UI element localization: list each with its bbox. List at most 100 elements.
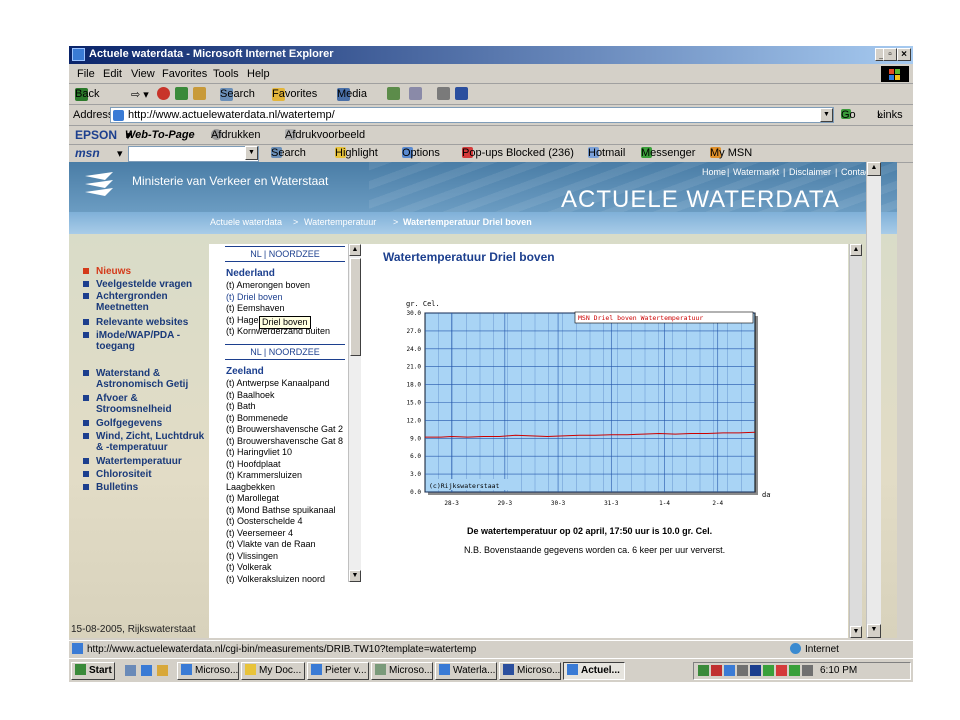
location-link[interactable]: (t) Antwerpse Kanaalpand (226, 378, 330, 388)
tab-noordzee[interactable]: NOORDZEE (269, 249, 320, 259)
home-icon (193, 87, 206, 100)
task-microsoft-1[interactable]: Microso... (177, 662, 239, 680)
breadcrumb-home[interactable]: Actuele waterdata (210, 217, 282, 227)
location-link[interactable]: (t) Volkerak (226, 562, 272, 572)
msn-search-button[interactable]: Search ▾ (271, 147, 306, 160)
location-link[interactable]: (t) Veersemeer 4 (226, 528, 293, 538)
task-actuele-active[interactable]: Actuel... (563, 662, 625, 680)
address-label: Address (73, 109, 114, 121)
breadcrumb-watertemperatuur[interactable]: Watertemperatuur (304, 217, 376, 227)
site-banner: Ministerie van Verkeer en Waterstaat Hom… (69, 162, 897, 213)
menu-favorites[interactable]: Favorites (162, 68, 207, 80)
browser-scrollbar[interactable]: ▲ ▼ (866, 162, 881, 638)
windows-logo-icon (881, 66, 909, 82)
page-title: Watertemperatuur Driel boven (383, 250, 555, 264)
topnav-disclaimer[interactable]: Disclaimer (789, 167, 831, 177)
location-link[interactable]: (t) Bath (226, 401, 256, 411)
task-waterla[interactable]: Waterla... (435, 662, 497, 680)
menu-help[interactable]: Help (247, 68, 270, 80)
address-dropdown[interactable]: ▼ (820, 108, 833, 122)
tray-icon[interactable] (789, 665, 800, 676)
tray-icon[interactable] (737, 665, 748, 676)
window-title: Actuele waterdata - Microsoft Internet E… (89, 48, 334, 60)
bullet-icon (83, 433, 89, 439)
scroll-up-button[interactable]: ▲ (867, 162, 881, 176)
location-link[interactable]: (t) Hoofdplaat (226, 459, 281, 469)
address-input[interactable]: http://www.actuelewaterdata.nl/watertemp… (110, 107, 834, 123)
quicklaunch-ie-icon[interactable] (141, 665, 152, 679)
location-link[interactable]: (t) Volkeraksluizen noord (226, 574, 325, 584)
location-link-selected[interactable]: (t) Driel boven (226, 292, 283, 302)
clock[interactable]: 6:10 PM (820, 665, 857, 676)
windows-flag-icon (75, 664, 86, 675)
location-link[interactable]: (t) Haringvliet 10 (226, 447, 292, 457)
tab-nl[interactable]: NL (250, 249, 261, 259)
scroll-up-button[interactable]: ▲ (349, 244, 361, 256)
tray-icon[interactable] (724, 665, 735, 676)
bullet-icon (83, 395, 89, 401)
location-link[interactable]: (t) Baalhoek (226, 390, 275, 400)
tray-icon[interactable] (750, 665, 761, 676)
close-button[interactable]: × (897, 48, 911, 61)
menu-tools[interactable]: Tools (213, 68, 239, 80)
task-my-documents[interactable]: My Doc... (241, 662, 305, 680)
menu-view[interactable]: View (131, 68, 155, 80)
task-microsoft-3[interactable]: Microso... (499, 662, 561, 680)
forward-button[interactable]: ⇨ ▾ (131, 88, 149, 101)
scroll-down-button[interactable]: ▼ (850, 626, 862, 638)
location-link[interactable]: (t) Oosterschelde 4 (226, 516, 303, 526)
mail-button[interactable]: ▾ (409, 87, 422, 100)
msn-menu-dropdown[interactable]: ▾ (117, 147, 123, 160)
y-tick-label: 0.0 (410, 489, 421, 496)
y-tick-label: 12.0 (407, 417, 422, 424)
region-tabs-2: NL | NOORDZEE (225, 344, 345, 360)
task-pieter[interactable]: Pieter v... (307, 662, 369, 680)
topnav-home[interactable]: Home (702, 167, 726, 177)
tray-icon[interactable] (802, 665, 813, 676)
tab-noordzee[interactable]: NOORDZEE (269, 347, 320, 357)
tab-nl[interactable]: NL (250, 347, 261, 357)
banner-title: ACTUELE WATERDATA (561, 186, 840, 213)
location-link[interactable]: (t) Krammersluizen (226, 470, 302, 480)
menu-edit[interactable]: Edit (103, 68, 122, 80)
msn-search-input[interactable] (128, 146, 259, 162)
start-button[interactable]: Start (71, 662, 115, 680)
tray-icon[interactable] (763, 665, 774, 676)
quicklaunch-outlook-icon[interactable] (157, 665, 168, 679)
main-scrollbar[interactable]: ▲ ▼ (849, 244, 862, 638)
popups-blocked-button[interactable]: Pop-ups Blocked (236) ▾ (462, 147, 574, 160)
y-tick-label: 6.0 (410, 453, 421, 460)
msn-search-dropdown[interactable]: ▼ (245, 146, 258, 160)
scroll-down-button[interactable]: ▼ (349, 570, 361, 582)
word-icon (455, 87, 468, 100)
location-link[interactable]: (t) Marollegat (226, 493, 279, 503)
task-microsoft-2[interactable]: Microso... (371, 662, 433, 680)
location-link[interactable]: (t) Vlakte van de Raan (226, 539, 316, 549)
location-link[interactable]: (t) Brouwershavensche Gat 2 (226, 424, 343, 434)
location-link[interactable]: (t) Eemshaven (226, 303, 285, 313)
powerpoint-icon (375, 664, 386, 675)
scroll-down-button[interactable]: ▼ (867, 624, 881, 638)
links-button[interactable]: Links » (877, 109, 903, 121)
menu-file[interactable]: File (77, 68, 95, 80)
scroll-up-button[interactable]: ▲ (850, 244, 862, 256)
chart-svg: 0.0 3.0 6.0 9.0 12.0 15.0 18.0 21.0 24.0 27.0 30.0… (406, 300, 783, 507)
tray-icon[interactable] (776, 665, 787, 676)
location-link[interactable]: (t) Amerongen boven (226, 280, 310, 290)
menu-bar: File Edit View Favorites Tools Help (69, 65, 913, 84)
topnav-watermarkt[interactable]: Watermarkt (733, 167, 779, 177)
scroll-thumb[interactable] (350, 258, 361, 356)
print-icon (437, 87, 450, 100)
location-link[interactable]: (t) Bommenede (226, 413, 288, 423)
web-to-page-button[interactable]: Web-To-Page ▾ (125, 129, 195, 142)
location-link[interactable]: (t) Mond Bathse spuikanaal (226, 505, 336, 515)
maximize-button[interactable]: ▫ (883, 48, 897, 61)
list-scrollbar[interactable]: ▲ ▼ (348, 244, 361, 582)
tray-icon[interactable] (711, 665, 722, 676)
quicklaunch-desktop-icon[interactable] (125, 665, 136, 679)
bullet-icon (83, 484, 89, 490)
edit-button[interactable]: ▾ (455, 87, 468, 100)
tray-icon[interactable] (698, 665, 709, 676)
location-link[interactable]: (t) Brouwershavensche Gat 8 (226, 436, 343, 446)
location-link[interactable]: (t) Vlissingen (226, 551, 278, 561)
